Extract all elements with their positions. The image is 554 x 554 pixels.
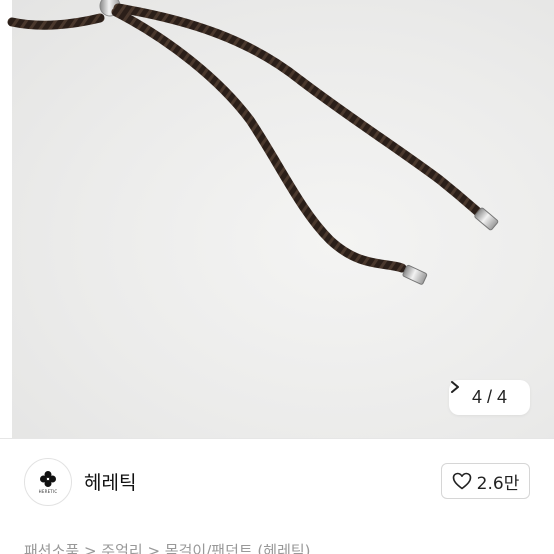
gallery-page-text: 4 / 4 <box>471 387 508 407</box>
like-count: 2.6만 <box>476 473 520 494</box>
shop-name[interactable]: 헤레틱 <box>84 468 136 495</box>
like-button[interactable]: 2.6만 <box>441 463 530 499</box>
necklace-cord-photo <box>7 0 499 285</box>
shop-avatar[interactable]: HERETIC <box>24 458 72 506</box>
clover-logo-icon <box>40 471 56 487</box>
chevron-right-icon[interactable] <box>449 380 461 394</box>
heart-outline-icon <box>452 472 471 490</box>
category-breadcrumb[interactable]: 패션소품 > 주얼리 > 목걸이/팬던트 (헤레틱) <box>24 540 544 554</box>
shop-info-row: HERETIC 헤레틱 2.6만 <box>0 439 554 523</box>
gallery-page-indicator[interactable]: 4 / 4 <box>449 380 530 415</box>
shop-logo-text: HERETIC <box>38 489 58 494</box>
product-image[interactable]: 4 / 4 <box>0 0 554 438</box>
